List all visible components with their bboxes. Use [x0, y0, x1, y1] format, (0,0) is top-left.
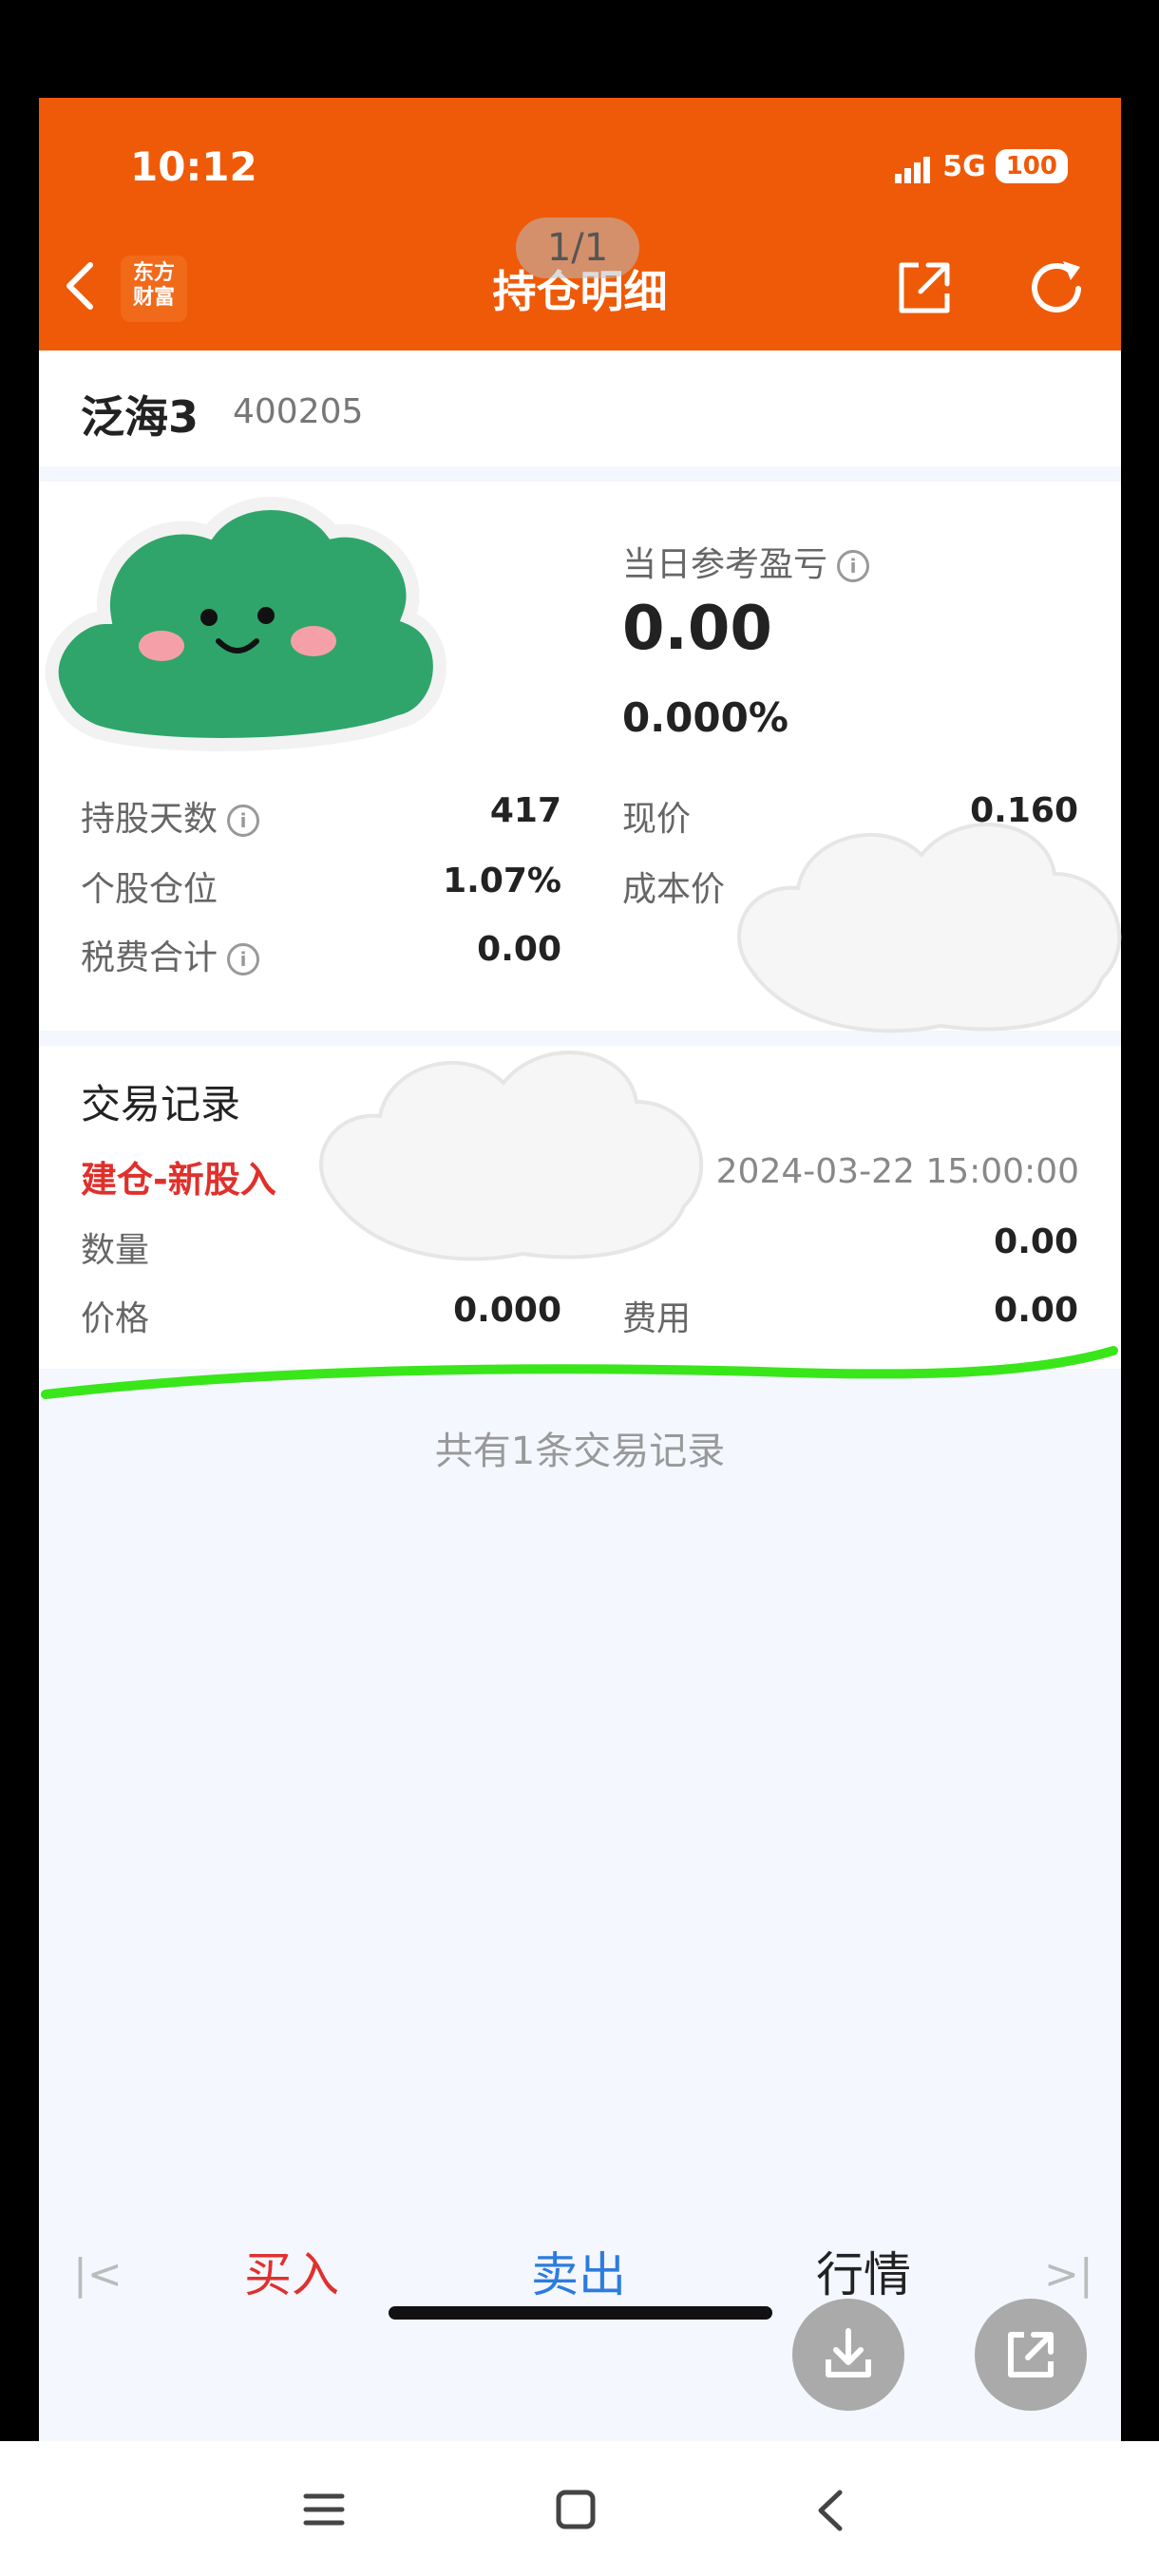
current-price-label: 现价	[622, 800, 692, 839]
daily-pnl-value: 0.00	[622, 594, 772, 664]
tax-fee-label: 税费合计 i	[81, 930, 260, 979]
trade-records-title: 交易记录	[81, 1081, 241, 1127]
app-header: 10:12 5G 100 东方 财富 持仓明细 1/1	[39, 98, 1121, 350]
share-icon[interactable]	[894, 257, 955, 318]
back-icon[interactable]	[813, 2487, 846, 2534]
battery-icon: 100	[995, 149, 1068, 183]
status-icons: 5G 100	[895, 149, 1068, 183]
cost-price-label: 成本价	[622, 870, 726, 909]
stock-code: 400205	[233, 392, 364, 431]
green-underline-marker	[41, 1346, 1118, 1399]
market-button[interactable]: 行情	[816, 2237, 911, 2305]
tax-fee-value: 0.00	[477, 930, 561, 969]
page-indicator: 1/1	[516, 218, 639, 278]
trade-type: 建仓-新股入	[81, 1159, 276, 1201]
white-cloud-sticker	[737, 823, 1122, 1033]
info-icon[interactable]: i	[837, 550, 870, 582]
stock-header: 泛海3 400205	[39, 350, 1121, 466]
first-page-icon[interactable]: |<	[73, 2250, 123, 2299]
position-ratio-label: 个股仓位	[81, 870, 218, 909]
position-ratio-value: 1.07%	[443, 862, 561, 900]
export-button[interactable]	[975, 2299, 1087, 2411]
green-cloud-sticker	[45, 497, 446, 751]
hold-days-label: 持股天数 i	[81, 791, 260, 841]
buy-button[interactable]: 买入	[244, 2237, 339, 2305]
white-cloud-sticker	[319, 1051, 704, 1261]
quantity-label: 数量	[81, 1231, 150, 1270]
system-navigation-bar	[0, 2441, 1159, 2576]
daily-pnl-percent: 0.000%	[622, 694, 788, 741]
daily-pnl-label: 当日参考盈亏 i	[622, 537, 870, 586]
refresh-icon[interactable]	[1025, 257, 1088, 320]
home-indicator	[389, 2306, 772, 2320]
fee-value: 0.00	[994, 1291, 1078, 1330]
hold-days-value: 417	[489, 791, 561, 830]
trade-datetime: 2024-03-22 15:00:00	[715, 1152, 1079, 1191]
price-value: 0.000	[453, 1291, 561, 1330]
download-button[interactable]	[792, 2299, 904, 2411]
amount-value: 0.00	[994, 1222, 1078, 1261]
stock-name: 泛海3	[81, 391, 200, 443]
info-icon[interactable]: i	[227, 943, 260, 975]
network-type: 5G	[942, 149, 986, 183]
signal-icon	[895, 150, 933, 183]
external-link-icon	[1008, 2332, 1054, 2377]
download-icon	[826, 2328, 871, 2377]
home-icon[interactable]	[555, 2489, 597, 2530]
status-time: 10:12	[130, 143, 257, 190]
trade-count-summary: 共有1条交易记录	[434, 1430, 726, 1473]
action-bar: |< 买入 卖出 行情 >|	[39, 2205, 1121, 2345]
info-icon[interactable]: i	[227, 805, 260, 837]
menu-icon[interactable]	[302, 2491, 346, 2529]
last-page-icon[interactable]: >|	[1044, 2250, 1093, 2299]
sell-button[interactable]: 卖出	[531, 2237, 626, 2305]
